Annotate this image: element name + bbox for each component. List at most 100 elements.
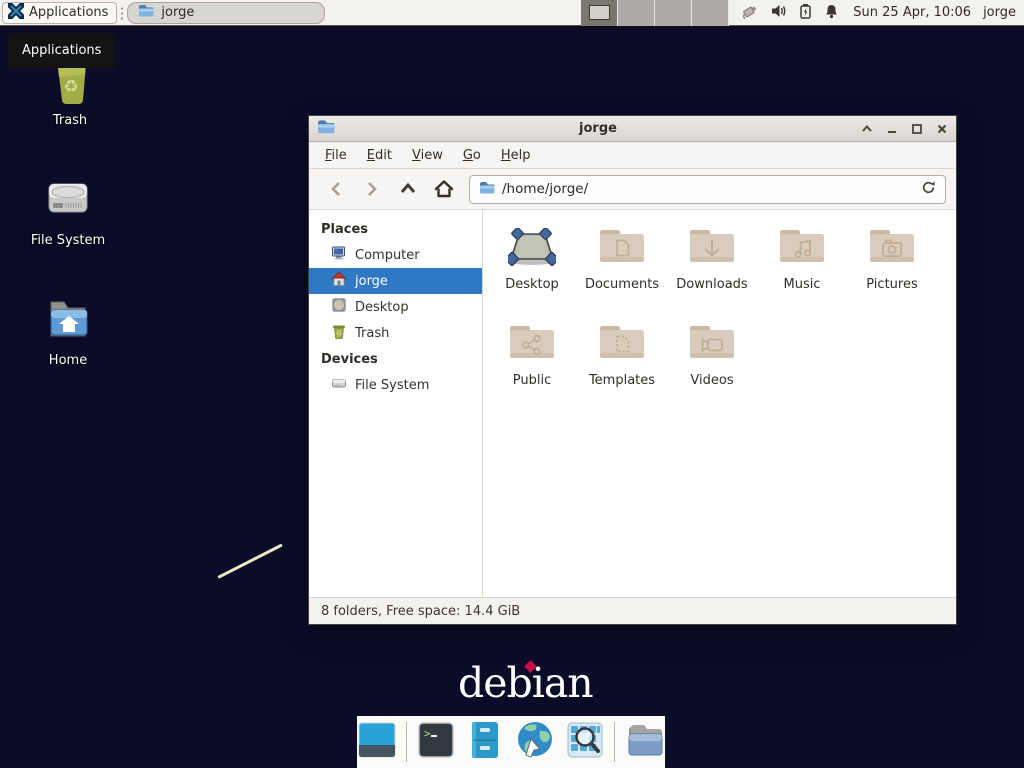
applications-menu-button[interactable]: Applications <box>2 2 117 24</box>
trash-icon: ♻ <box>331 323 347 343</box>
debian-wallpaper-logo: debian <box>458 659 593 707</box>
desktop-icon-home[interactable]: Home <box>10 290 126 368</box>
file-cabinet-icon[interactable] <box>465 720 505 764</box>
sidebar: Places Computer <box>309 210 483 597</box>
file-item-label: Music <box>784 277 821 292</box>
file-item-downloads[interactable]: Downloads <box>667 222 757 318</box>
app-finder-icon[interactable] <box>565 720 605 764</box>
notifications-bell-icon[interactable] <box>824 3 839 23</box>
menu-help[interactable]: Help <box>491 144 541 167</box>
sidebar-places-header: Places <box>309 216 482 242</box>
file-item-label: Pictures <box>866 277 917 292</box>
workspace-4[interactable] <box>692 0 729 26</box>
top-panel: Applications jorge <box>0 0 1024 26</box>
sidebar-item-trash[interactable]: ♻ Trash <box>309 320 482 346</box>
folder-music-icon <box>778 222 826 272</box>
desktop-icon-label: File System <box>31 233 105 248</box>
svg-text:♻: ♻ <box>63 77 78 97</box>
file-item-templates[interactable]: Templates <box>577 318 667 414</box>
back-button[interactable] <box>319 175 353 203</box>
statusbar: 8 folders, Free space: 14.4 GiB <box>309 597 956 624</box>
svg-text:>: > <box>424 727 431 740</box>
file-manager-window: jorge File Edit View Go Help <box>308 115 957 625</box>
minimize-button[interactable] <box>886 119 898 138</box>
file-item-label: Templates <box>589 373 655 388</box>
workspace-1[interactable] <box>581 0 618 26</box>
bottom-dock: > <box>357 716 665 768</box>
menu-file[interactable]: File <box>315 144 357 167</box>
sidebar-item-label: File System <box>355 378 429 393</box>
statusbar-text: 8 folders, Free space: 14.4 GiB <box>321 604 520 619</box>
workspace-3[interactable] <box>655 0 692 26</box>
folder-download-icon <box>688 222 736 272</box>
sidebar-item-desktop[interactable]: Desktop <box>309 294 482 320</box>
svg-text:♻: ♻ <box>336 330 342 338</box>
network-icon[interactable] <box>741 3 759 23</box>
sidebar-item-label: Trash <box>355 326 389 341</box>
menubar: File Edit View Go Help <box>309 142 956 169</box>
maximize-button[interactable] <box>911 119 923 138</box>
folder-icon <box>138 3 154 22</box>
applications-menu-label: Applications <box>29 5 108 20</box>
sidebar-item-label: Computer <box>355 248 420 263</box>
file-item-music[interactable]: Music <box>757 222 847 318</box>
menu-go[interactable]: Go <box>453 144 491 167</box>
desktop-root: Applications jorge <box>0 0 1024 768</box>
menu-edit[interactable]: Edit <box>357 144 402 167</box>
window-folder-icon <box>317 118 335 139</box>
home-button[interactable] <box>427 175 461 203</box>
show-desktop-icon[interactable] <box>357 720 397 764</box>
file-item-desktop[interactable]: Desktop <box>487 222 577 318</box>
terminal-icon[interactable]: > <box>416 720 456 764</box>
workspace-2[interactable] <box>618 0 655 26</box>
folder-icon[interactable] <box>623 720 665 764</box>
path-text[interactable]: /home/jorge/ <box>502 181 914 197</box>
up-button[interactable] <box>391 175 425 203</box>
sidebar-devices-header: Devices <box>309 346 482 372</box>
system-tray <box>741 3 839 23</box>
workspace-switcher[interactable] <box>581 0 729 26</box>
desktop-icon-label: Trash <box>53 113 87 128</box>
xfce-logo-icon <box>8 3 24 23</box>
dock-separator <box>614 722 615 762</box>
menu-view[interactable]: View <box>402 144 453 167</box>
desktop-special-icon <box>508 222 556 272</box>
battery-icon[interactable] <box>799 3 812 23</box>
file-item-label: Videos <box>690 373 733 388</box>
home-icon <box>331 271 347 291</box>
panel-drag-handle[interactable] <box>120 6 124 20</box>
reload-icon[interactable] <box>921 180 936 199</box>
file-item-label: Public <box>513 373 551 388</box>
close-button[interactable] <box>936 119 948 138</box>
applications-tooltip: Applications <box>8 33 115 68</box>
file-item-public[interactable]: Public <box>487 318 577 414</box>
file-item-label: Documents <box>585 277 659 292</box>
file-item-pictures[interactable]: Pictures <box>847 222 937 318</box>
folder-video-icon <box>688 318 736 368</box>
taskbar-window-label: jorge <box>161 5 194 20</box>
web-browser-icon[interactable] <box>514 719 556 765</box>
path-folder-icon <box>479 180 495 199</box>
location-bar[interactable]: /home/jorge/ <box>469 175 946 204</box>
folder-share-icon <box>508 318 556 368</box>
clock[interactable]: Sun 25 Apr, 10:06 <box>853 5 971 20</box>
computer-icon <box>331 245 347 265</box>
toolbar: /home/jorge/ <box>309 169 956 210</box>
shade-button[interactable] <box>861 119 873 138</box>
window-titlebar[interactable]: jorge <box>309 116 956 142</box>
user-menu[interactable]: jorge <box>983 5 1016 20</box>
forward-button[interactable] <box>355 175 389 203</box>
home-folder-icon <box>40 290 96 350</box>
folder-template-icon <box>598 318 646 368</box>
file-item-documents[interactable]: Documents <box>577 222 667 318</box>
desktop-icon-label: Home <box>49 353 87 368</box>
desktop-icon-file-system[interactable]: File System <box>10 170 126 248</box>
taskbar-window-button[interactable]: jorge <box>127 2 325 24</box>
volume-icon[interactable] <box>771 3 787 23</box>
sidebar-item-label: jorge <box>355 274 388 289</box>
sidebar-item-file-system[interactable]: File System <box>309 372 482 398</box>
window-title: jorge <box>335 121 861 136</box>
file-item-videos[interactable]: Videos <box>667 318 757 414</box>
sidebar-item-jorge[interactable]: jorge <box>309 268 482 294</box>
sidebar-item-computer[interactable]: Computer <box>309 242 482 268</box>
